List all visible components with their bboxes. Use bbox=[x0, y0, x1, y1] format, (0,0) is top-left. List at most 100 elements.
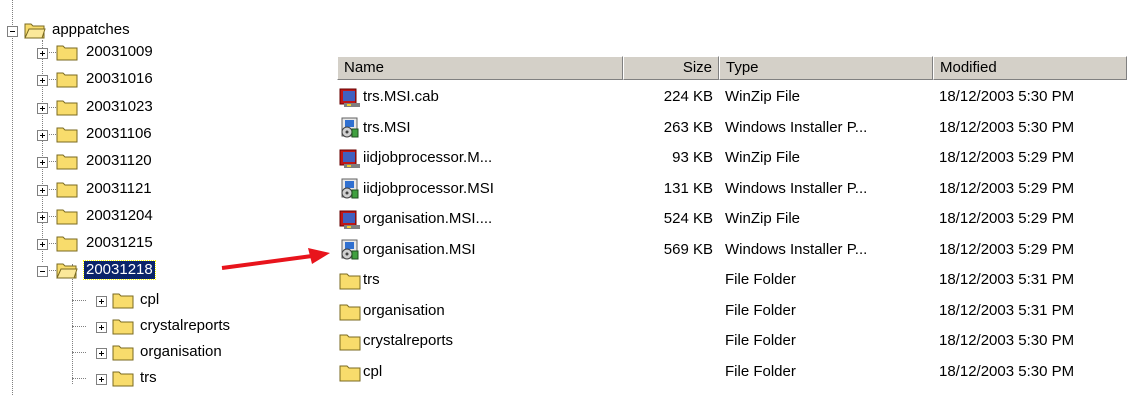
file-type: File Folder bbox=[725, 271, 796, 288]
collapse-icon[interactable] bbox=[37, 266, 48, 278]
file-name: trs bbox=[363, 271, 380, 288]
folder-icon bbox=[56, 154, 78, 170]
open-folder-icon bbox=[24, 23, 46, 39]
expand-icon[interactable] bbox=[37, 239, 48, 251]
tree-item-20031023[interactable]: 20031023 bbox=[0, 97, 220, 119]
list-item[interactable]: organisation.MSI.... 524 KB WinZip File 18/… bbox=[337, 204, 1127, 234]
collapse-icon[interactable] bbox=[7, 26, 18, 37]
list-item[interactable]: trs.MSI.cab 224 KB WinZip File 18/12/2003 5… bbox=[337, 82, 1127, 112]
list-item[interactable]: cpl File Folder 18/12/2003 5:30 PM bbox=[337, 357, 1127, 387]
file-name: organisation.MSI bbox=[363, 240, 476, 258]
expand-icon[interactable] bbox=[37, 184, 48, 196]
folder-icon bbox=[56, 72, 78, 88]
file-modified: 18/12/2003 5:30 PM bbox=[939, 332, 1075, 349]
file-size: 263 KB bbox=[663, 118, 713, 136]
list-item[interactable]: trs.MSI 263 KB Windows Installer P... 18/12… bbox=[337, 113, 1127, 143]
tree-connector bbox=[72, 352, 86, 353]
tree-item-apppatches[interactable]: apppatches bbox=[0, 20, 200, 42]
tree-item-label: organisation bbox=[140, 343, 222, 360]
folder-icon bbox=[56, 209, 78, 225]
file-size: 93 KB bbox=[672, 149, 713, 166]
file-type: Windows Installer P... bbox=[725, 240, 868, 258]
tree-connector bbox=[72, 300, 86, 301]
file-modified: 18/12/2003 5:29 PM bbox=[939, 149, 1075, 166]
folder-icon bbox=[339, 365, 361, 381]
list-item[interactable]: iidjobprocessor.M... 93 KB WinZip File 18/1… bbox=[337, 143, 1127, 173]
tree-item-20031009[interactable]: 20031009 bbox=[0, 42, 220, 64]
folder-icon bbox=[56, 236, 78, 252]
folder-icon bbox=[56, 182, 78, 197]
tree-item-label: 20031120 bbox=[86, 152, 152, 170]
expand-icon[interactable] bbox=[96, 348, 107, 359]
file-name: trs.MSI bbox=[363, 118, 411, 136]
expand-icon[interactable] bbox=[37, 48, 48, 59]
tree-item-20031204[interactable]: 20031204 bbox=[0, 206, 220, 228]
column-header-size[interactable]: Size bbox=[623, 56, 719, 80]
tree-item-20031215[interactable]: 20031215 bbox=[0, 233, 220, 255]
folder-icon bbox=[112, 345, 134, 361]
tree-item-20031218[interactable]: 20031218 bbox=[0, 260, 220, 282]
expand-icon[interactable] bbox=[37, 75, 48, 87]
expand-icon[interactable] bbox=[96, 322, 107, 333]
tree-item-label: crystalreports bbox=[140, 317, 231, 334]
open-folder-icon bbox=[56, 263, 78, 279]
file-name: trs.MSI.cab bbox=[363, 88, 439, 105]
file-size: 131 KB bbox=[663, 179, 713, 197]
file-type: WinZip File bbox=[725, 149, 801, 166]
file-modified: 18/12/2003 5:31 PM bbox=[939, 301, 1075, 319]
list-item[interactable]: crystalreports File Folder 18/12/2003 5:30… bbox=[337, 326, 1127, 356]
file-modified: 18/12/2003 5:29 PM bbox=[939, 210, 1075, 227]
tree-item-label: 20031215 bbox=[86, 234, 153, 252]
column-header-modified[interactable]: Modified bbox=[933, 56, 1127, 80]
file-modified: 18/12/2003 5:29 PM bbox=[939, 240, 1075, 258]
file-name: organisation bbox=[363, 301, 445, 319]
file-name: iidjobprocessor.M... bbox=[363, 149, 493, 166]
folder-icon bbox=[339, 334, 361, 351]
list-item[interactable]: organisation File Folder 18/12/2003 5:31 P… bbox=[337, 296, 1127, 326]
folder-icon bbox=[56, 100, 78, 116]
expand-icon[interactable] bbox=[37, 102, 48, 114]
folder-icon bbox=[56, 45, 78, 61]
tree-item-label: 20031204 bbox=[86, 206, 153, 224]
tree-connector bbox=[72, 326, 86, 327]
tree-item-label: 20031009 bbox=[86, 43, 153, 60]
tree-item-label: cpl bbox=[140, 291, 160, 308]
winzip-icon bbox=[339, 149, 360, 168]
file-type: File Folder bbox=[725, 362, 796, 380]
list-item[interactable]: trs File Folder 18/12/2003 5:31 PM bbox=[337, 265, 1127, 295]
tree-item-20031120[interactable]: 20031120 bbox=[0, 151, 220, 173]
folder-icon bbox=[112, 371, 134, 387]
expand-icon[interactable] bbox=[37, 129, 48, 141]
list-item[interactable]: organisation.MSI 569 KB Windows Installer … bbox=[337, 235, 1127, 265]
folder-icon bbox=[56, 127, 78, 143]
tree-connector bbox=[72, 378, 86, 379]
red-arrow-annotation bbox=[221, 248, 330, 270]
installer-icon bbox=[341, 117, 359, 137]
column-header-name[interactable]: Name bbox=[337, 56, 623, 80]
column-header-type[interactable]: Type bbox=[719, 56, 933, 80]
file-modified: 18/12/2003 5:30 PM bbox=[939, 88, 1075, 105]
tree-item-20031121[interactable]: 20031121 bbox=[0, 179, 220, 201]
tree-item-organisation[interactable]: organisation bbox=[0, 342, 260, 364]
expand-icon[interactable] bbox=[37, 211, 48, 223]
file-size: 569 KB bbox=[663, 240, 713, 258]
tree-item-cpl[interactable]: cpl bbox=[0, 290, 260, 312]
folder-icon bbox=[112, 293, 134, 309]
file-type: File Folder bbox=[725, 301, 796, 319]
tree-item-label: 20031106 bbox=[86, 124, 152, 142]
list-item[interactable]: iidjobprocessor.MSI 131 KB Windows Install… bbox=[337, 174, 1127, 204]
tree-item-20031106[interactable]: 20031106 bbox=[0, 124, 220, 146]
tree-item-label: 20031121 bbox=[86, 179, 152, 197]
winzip-icon bbox=[339, 88, 360, 107]
installer-icon bbox=[341, 239, 359, 259]
tree-item-20031016[interactable]: 20031016 bbox=[0, 69, 220, 91]
tree-item-trs[interactable]: trs bbox=[0, 368, 260, 390]
expand-icon[interactable] bbox=[37, 157, 48, 169]
folder-tree[interactable]: apppatches 20031009 20031016 20031023 20031… bbox=[0, 0, 320, 395]
file-modified: 18/12/2003 5:29 PM bbox=[939, 179, 1075, 197]
expand-icon[interactable] bbox=[96, 374, 107, 385]
file-modified: 18/12/2003 5:30 PM bbox=[939, 118, 1075, 136]
expand-icon[interactable] bbox=[96, 296, 107, 307]
tree-item-label: 20031016 bbox=[86, 70, 153, 88]
tree-item-crystalreports[interactable]: crystalreports bbox=[0, 316, 260, 338]
